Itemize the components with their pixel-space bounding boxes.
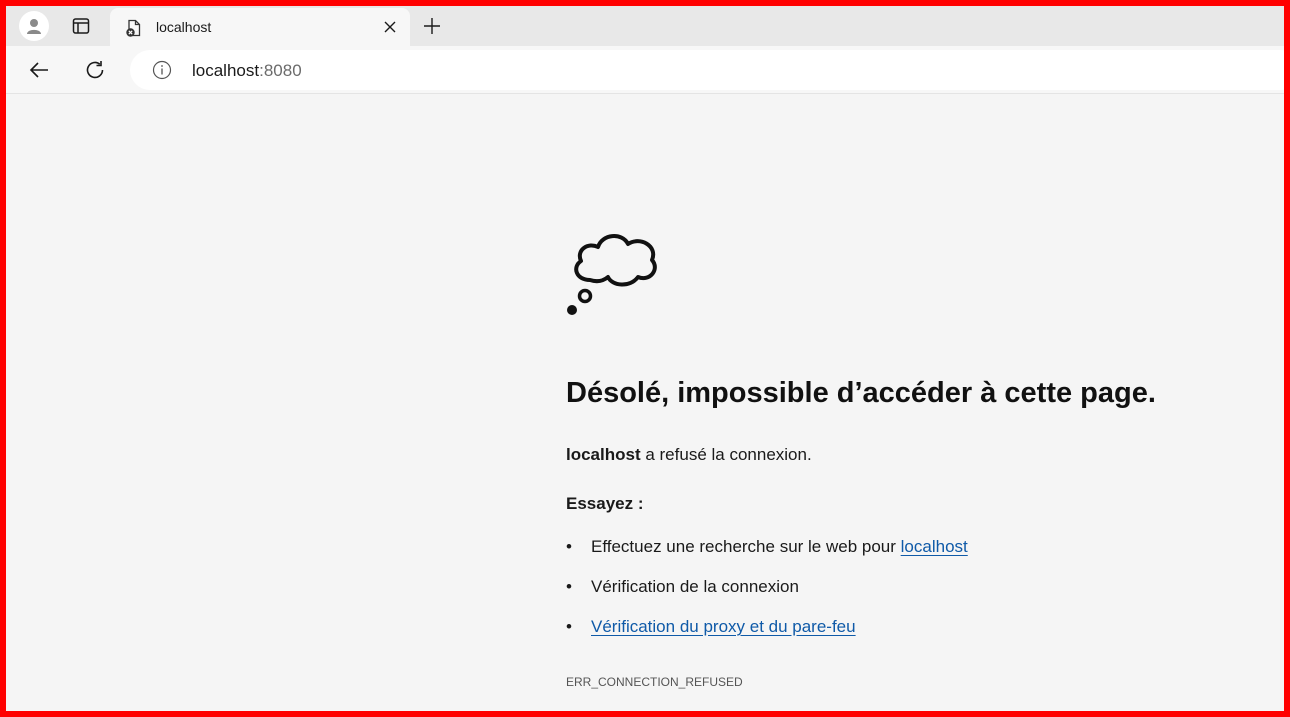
suggestion-text: Effectuez une recherche sur le web pour [591,537,901,556]
url-text[interactable]: localhost:8080 [192,61,302,81]
error-code: ERR_CONNECTION_REFUSED [566,675,743,689]
error-message: a refusé la connexion. [640,445,812,464]
error-page-icon [126,19,141,37]
bullet: • [566,537,572,556]
tab-title: localhost [156,19,212,35]
url-host: localhost [192,61,260,80]
close-icon [384,21,396,33]
error-summary: localhost a refusé la connexion. [566,444,812,466]
back-button[interactable] [24,55,54,85]
reload-button[interactable] [80,55,110,85]
error-heading: Désolé, impossible d’accéder à cette pag… [566,377,1156,409]
address-bar[interactable]: localhost:8080 [130,50,1284,90]
back-arrow-icon [29,62,48,78]
tab-close-button[interactable] [380,17,400,37]
profile-button[interactable] [19,11,49,41]
tab-actions-button[interactable] [66,11,96,41]
suggestion-text: Vérification de la connexion [591,577,799,596]
tab-localhost[interactable]: localhost [110,8,410,46]
reload-icon [86,61,104,79]
navigation-toolbar: localhost:8080 [6,46,1284,94]
info-icon[interactable] [152,60,172,80]
search-localhost-link[interactable]: localhost [901,537,968,556]
try-label: Essayez : [566,494,644,513]
profile-icon [27,19,41,34]
bullet: • [566,577,572,596]
thought-cloud-icon [567,234,657,315]
browser-window: localhost localhost:8080 Désolé, impossi… [6,6,1284,711]
url-port: :8080 [259,61,302,80]
error-host: localhost [566,445,641,464]
tab-actions-icon [72,18,90,34]
tab-strip: localhost [6,6,1284,46]
new-tab-button[interactable] [418,12,446,40]
bullet: • [566,617,572,636]
plus-icon [424,18,440,34]
check-proxy-firewall-link[interactable]: Vérification du proxy et du pare-feu [591,617,856,636]
